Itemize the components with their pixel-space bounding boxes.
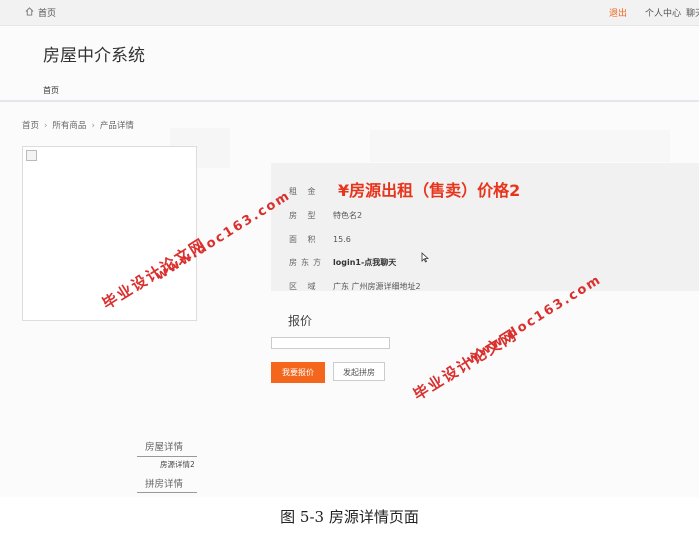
top-bar: 首页 退出 个人中心 聊天 (0, 0, 699, 26)
top-home-link[interactable]: 首页 (38, 6, 56, 19)
quote-label: 报价 (288, 314, 313, 328)
info-row-region: 区 域 广东 广州房源详细地址2 (289, 281, 421, 292)
info-label: 租 金 (289, 187, 320, 196)
info-label: 面 积 (289, 235, 320, 244)
tab-divider (137, 492, 197, 493)
site-title: 房屋中介系统 (43, 46, 145, 66)
breadcrumb: 首页 › 所有商品 › 产品详情 (22, 119, 134, 131)
mouse-cursor-icon (421, 252, 429, 263)
tab-group-detail[interactable]: 拼房详情 (145, 476, 183, 490)
breadcrumb-all-products[interactable]: 所有商品 (52, 119, 86, 131)
info-value: 15.6 (333, 235, 351, 244)
quote-input[interactable] (271, 337, 390, 349)
group-rent-button[interactable]: 发起拼房 (333, 362, 385, 381)
price-title: ¥房源出租（售卖）价格2 (338, 181, 521, 200)
info-label: 区 域 (289, 282, 320, 291)
info-row-house-type: 房 型 特色名2 (289, 210, 362, 221)
broken-image-icon (26, 150, 37, 161)
breadcrumb-home[interactable]: 首页 (22, 119, 39, 131)
tab-house-detail[interactable]: 房屋详情 (145, 439, 183, 453)
info-value: 广东 广州房源详细地址2 (333, 282, 421, 291)
header-divider (0, 100, 699, 102)
quote-button[interactable]: 我要报价 (271, 362, 325, 383)
chat-link[interactable]: 聊天 (686, 6, 699, 19)
user-center-link[interactable]: 个人中心 (645, 6, 681, 19)
info-label: 房东方 (289, 258, 325, 267)
info-label: 房 型 (289, 211, 320, 220)
home-icon[interactable] (25, 7, 34, 16)
logout-link[interactable]: 退出 (609, 6, 627, 19)
landlord-chat-link[interactable]: login1-点我聊天 (333, 257, 396, 268)
info-row-landlord: 房东方 login1-点我聊天 (289, 257, 396, 268)
info-value: 特色名2 (333, 211, 363, 220)
tab-divider (137, 456, 197, 457)
chevron-right-icon: › (91, 121, 95, 131)
chevron-right-icon: › (44, 121, 48, 131)
house-detail-text: 房源详情2 (160, 460, 195, 469)
figure-caption: 图 5-3 房源详情页面 (280, 508, 419, 526)
screenshot-area: 首页 退出 个人中心 聊天 房屋中介系统 首页 首页 › 所有商品 › 产品详情 ¥房源… (0, 0, 699, 497)
product-info-panel: ¥房源出租（售卖）价格2 租 金 房 型 特色名2 面 积 15.6 房东方 logi… (271, 163, 699, 291)
breadcrumb-product-detail: 产品详情 (99, 121, 134, 131)
info-row-area: 面 积 15.6 (289, 234, 351, 245)
nav-home-link[interactable]: 首页 (43, 85, 59, 96)
info-row-rent: 租 金 (289, 186, 333, 197)
background-block (370, 130, 670, 162)
